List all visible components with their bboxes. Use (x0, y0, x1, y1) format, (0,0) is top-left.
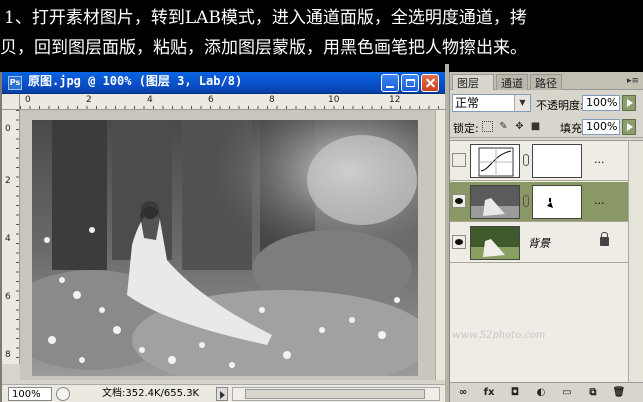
layer-name: ... (594, 194, 605, 207)
group-icon[interactable]: ▭ (560, 386, 574, 400)
tab-layers[interactable]: 图层× (452, 74, 494, 104)
lock-move-icon[interactable]: ✥ (514, 121, 525, 132)
lock-brush-icon[interactable]: ✎ (498, 121, 509, 132)
tab-paths[interactable]: 路径 (530, 74, 562, 90)
ruler-tick-label: 8 (5, 350, 11, 360)
mask-link-icon[interactable] (523, 154, 529, 166)
maximize-icon (406, 79, 415, 87)
mask-link-icon[interactable] (523, 195, 529, 207)
horizontal-scrollbar[interactable] (232, 387, 440, 401)
banner-line-2: 贝，回到图层面版，粘贴，添加图层蒙版，用黑色画笔把人物擦出来。 (0, 38, 527, 58)
opacity-slider-arrow-icon[interactable] (622, 95, 636, 111)
opacity-label: 不透明度: (536, 99, 584, 112)
ruler-tick-label: 4 (147, 95, 153, 105)
zoom-field[interactable]: 100% (8, 387, 52, 401)
blend-mode-value: 正常 (455, 96, 480, 110)
blend-opacity-row: 正常 ▼ 不透明度: 100% (450, 92, 643, 114)
minimize-button[interactable] (381, 74, 399, 92)
eye-icon[interactable] (452, 194, 466, 208)
curves-icon (478, 147, 514, 177)
layer-thumbnail[interactable] (470, 226, 520, 260)
link-icon[interactable]: ∞ (456, 386, 470, 400)
panel-tabs: 图层× 通道 路径 ▸≡ (450, 72, 643, 104)
canvas-area[interactable] (20, 110, 435, 380)
watermark: www.52photo.com (452, 330, 546, 341)
eye-icon[interactable] (452, 235, 466, 249)
tab-label: 图层 (457, 77, 479, 90)
curves-adjustment-thumbnail[interactable] (470, 144, 520, 178)
ruler-tick-label: 4 (5, 234, 11, 244)
layers-bottom-toolbar: ∞ fx ◘ ◐ ▭ ⧉ 🗑 (450, 382, 643, 402)
maximize-button[interactable] (401, 74, 419, 92)
banner-line-1: 1、打开素材图片，转到LAB模式，进入通道面版，全选明度通道，拷 (4, 8, 527, 28)
lock-label: 锁定: (453, 122, 479, 135)
chevron-down-icon: ▼ (514, 95, 530, 111)
document-image[interactable] (32, 120, 418, 376)
ruler-tick-label: 10 (328, 95, 340, 105)
minimize-icon (386, 86, 394, 88)
ruler-tick-label: 2 (5, 176, 11, 186)
ruler-tick-label: 12 (389, 95, 401, 105)
fill-slider-arrow-icon[interactable] (622, 119, 636, 135)
garden-photo (32, 120, 418, 376)
close-button[interactable] (421, 74, 439, 92)
document-title: 原图.jpg @ 100% (图层 3, Lab/8) (28, 74, 243, 88)
document-size-info: 文档:352.4K/655.3K (102, 388, 200, 399)
layers-panel: 图层× 通道 路径 ▸≡ 正常 ▼ 不透明度: 100% 锁定: ✎ ✥ ■ 填充… (449, 72, 643, 402)
tutorial-banner: 1、打开素材图片，转到LAB模式，进入通道面版，全选明度通道，拷 贝，回到图层面… (0, 0, 643, 64)
layer-name: ... (594, 153, 605, 166)
layer-row-selected[interactable]: ... (450, 182, 628, 222)
tab-label: 路径 (535, 77, 557, 90)
status-menu-arrow-icon[interactable] (216, 387, 228, 401)
opacity-field[interactable]: 100% (582, 95, 620, 111)
ruler-tick-label: 0 (5, 124, 11, 134)
ruler-tick-label: 2 (86, 95, 92, 105)
horizontal-ruler[interactable]: 0 2 4 6 8 10 12 (20, 94, 445, 110)
layers-list: ... ... 背景 (450, 140, 643, 383)
color-photo-thumbnail (471, 227, 519, 259)
photoshop-icon: Ps (8, 76, 22, 90)
fill-field[interactable]: 100% (582, 119, 620, 135)
scrollbar-thumb[interactable] (245, 389, 425, 399)
layer-name: 背景 (528, 237, 550, 250)
document-window: Ps 原图.jpg @ 100% (图层 3, Lab/8) 0 2 4 6 8… (0, 72, 445, 402)
layer-row[interactable]: ... (450, 141, 628, 181)
mask-icon[interactable]: ◘ (508, 386, 522, 400)
panel-menu-icon[interactable]: ▸≡ (626, 75, 640, 87)
trash-icon[interactable]: 🗑 (612, 386, 626, 400)
layer-mask-thumbnail[interactable] (532, 144, 582, 178)
layer-row-background[interactable]: 背景 (450, 223, 628, 263)
document-titlebar[interactable]: Ps 原图.jpg @ 100% (图层 3, Lab/8) (2, 72, 445, 94)
layer-mask-thumbnail[interactable] (532, 185, 582, 219)
fx-icon[interactable]: fx (482, 386, 496, 400)
lock-icon (600, 232, 609, 246)
blend-mode-select[interactable]: 正常 ▼ (452, 94, 531, 112)
adjustment-icon[interactable]: ◐ (534, 386, 548, 400)
grayscale-photo-thumbnail (471, 186, 519, 218)
layers-scrollbar[interactable] (628, 141, 643, 383)
ruler-origin[interactable] (2, 94, 20, 110)
ruler-tick-label: 8 (269, 95, 275, 105)
lock-fill-row: 锁定: ✎ ✥ ■ 填充: 100% (450, 116, 643, 138)
status-info-icon[interactable] (56, 387, 70, 401)
ruler-tick-label: 6 (208, 95, 214, 105)
ruler-tick-label: 0 (25, 95, 31, 105)
lock-all-icon[interactable]: ■ (530, 121, 541, 132)
ruler-tick-label: 6 (5, 292, 11, 302)
status-bar: 100% 文档:352.4K/655.3K (2, 384, 445, 402)
tab-channels[interactable]: 通道 (496, 74, 528, 90)
visibility-toggle[interactable] (452, 153, 466, 167)
tab-label: 通道 (501, 77, 523, 90)
vertical-scrollbar[interactable] (435, 110, 445, 380)
layer-thumbnail[interactable] (470, 185, 520, 219)
vertical-ruler[interactable]: 0 2 4 6 8 (2, 110, 20, 364)
new-layer-icon[interactable]: ⧉ (586, 386, 600, 400)
mask-silhouette (533, 186, 581, 218)
lock-transparency-icon[interactable] (482, 121, 493, 132)
